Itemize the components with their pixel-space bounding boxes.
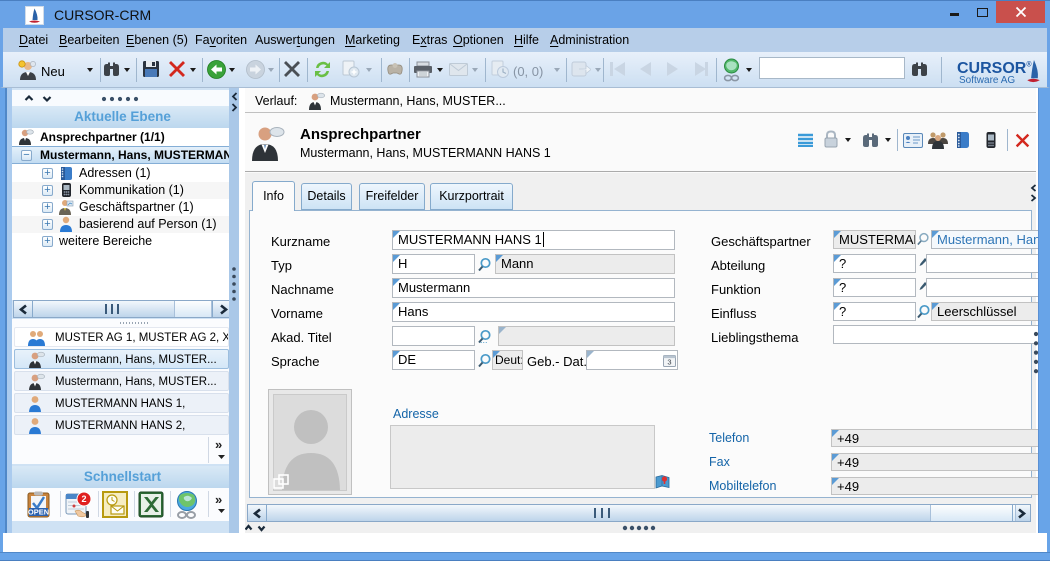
svg-text:3: 3 [667,358,671,367]
svg-text:OPEN: OPEN [28,508,49,517]
svg-text:2: 2 [81,494,86,504]
